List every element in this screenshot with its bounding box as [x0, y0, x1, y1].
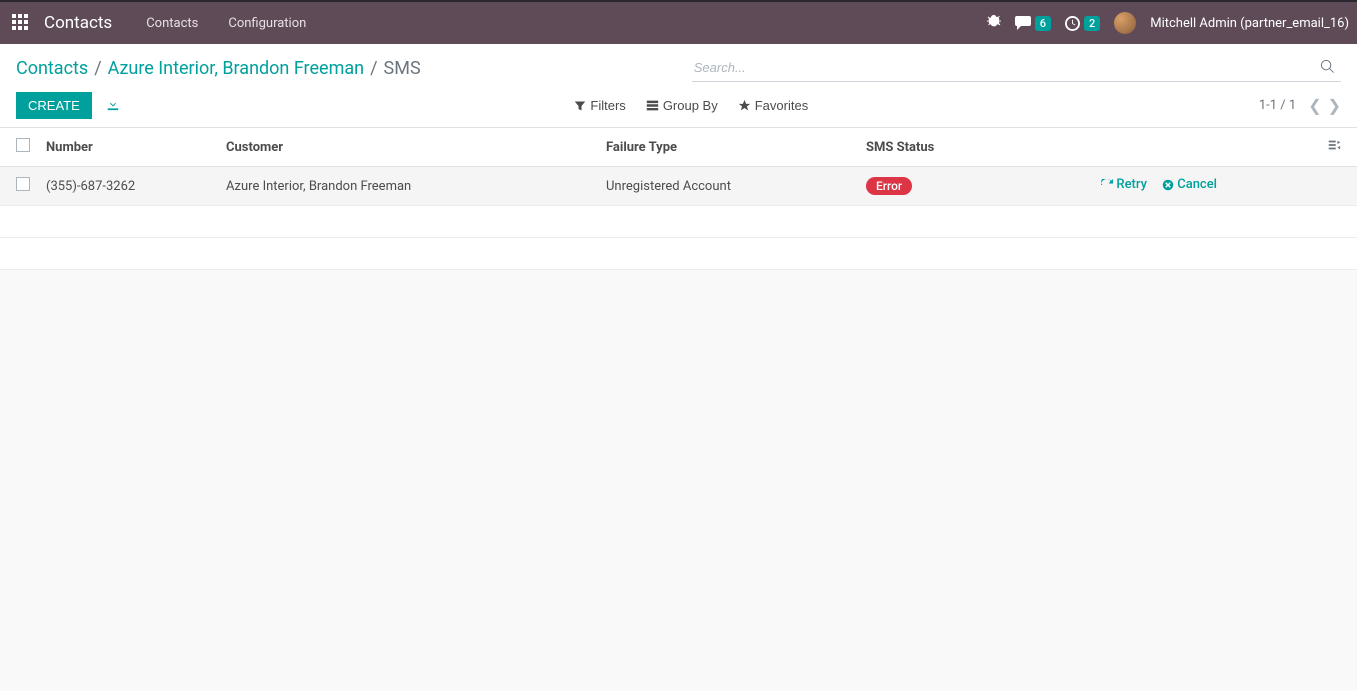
cell-customer: Azure Interior, Brandon Freeman [218, 167, 598, 206]
nav-configuration[interactable]: Configuration [216, 16, 318, 31]
search-input[interactable] [692, 56, 1314, 79]
row-checkbox[interactable] [16, 177, 30, 191]
breadcrumb-parent[interactable]: Azure Interior, Brandon Freeman [108, 58, 364, 79]
list-view: Number Customer Failure Type SMS Status … [0, 128, 1357, 270]
pager-next[interactable]: ❯ [1328, 96, 1341, 116]
filters-label: Filters [590, 98, 625, 113]
topbar: Contacts Contacts Configuration 6 2 Mitc… [0, 0, 1357, 44]
cancel-label: Cancel [1177, 177, 1217, 192]
empty-row [0, 238, 1357, 270]
retry-button[interactable]: Retry [1101, 177, 1147, 192]
pager-range[interactable]: 1-1 / 1 [1259, 98, 1296, 113]
search-icon[interactable] [1314, 57, 1341, 79]
cancel-button[interactable]: Cancel [1162, 177, 1217, 192]
messages-button[interactable]: 6 [1015, 16, 1051, 31]
groupby-button[interactable]: Group By [646, 98, 718, 113]
apps-icon[interactable] [12, 14, 30, 32]
cell-number: (355)-687-3262 [38, 167, 218, 206]
download-icon[interactable] [102, 93, 124, 118]
cell-failure-type: Unregistered Account [598, 167, 858, 206]
topbar-left: Contacts Contacts Configuration [8, 13, 318, 33]
username[interactable]: Mitchell Admin (partner_email_16) [1150, 16, 1349, 31]
activities-button[interactable]: 2 [1065, 16, 1100, 31]
groupby-label: Group By [663, 98, 718, 113]
app-title: Contacts [44, 13, 112, 33]
breadcrumb-current: SMS [384, 58, 421, 79]
nav-contacts[interactable]: Contacts [134, 16, 210, 31]
breadcrumb-root[interactable]: Contacts [16, 58, 88, 79]
optional-fields-icon[interactable] [1327, 141, 1341, 156]
filters-button[interactable]: Filters [574, 98, 625, 113]
col-sms-status[interactable]: SMS Status [858, 128, 979, 167]
breadcrumb-sep: / [94, 58, 101, 79]
empty-row [0, 206, 1357, 238]
select-all-checkbox[interactable] [16, 138, 30, 152]
table-header-row: Number Customer Failure Type SMS Status [0, 128, 1357, 167]
status-badge: Error [866, 177, 912, 195]
favorites-label: Favorites [755, 98, 808, 113]
favorites-button[interactable]: Favorites [738, 98, 808, 113]
col-failure-type[interactable]: Failure Type [598, 128, 858, 167]
table-row[interactable]: (355)-687-3262 Azure Interior, Brandon F… [0, 167, 1357, 206]
col-number[interactable]: Number [38, 128, 218, 167]
control-panel: Contacts / Azure Interior, Brandon Freem… [0, 44, 1357, 128]
activities-badge: 2 [1084, 16, 1100, 31]
pager-prev[interactable]: ❮ [1308, 96, 1321, 116]
retry-label: Retry [1116, 177, 1147, 192]
bug-icon[interactable] [986, 14, 1001, 33]
breadcrumb-sep: / [370, 58, 377, 79]
col-customer[interactable]: Customer [218, 128, 598, 167]
topbar-right: 6 2 Mitchell Admin (partner_email_16) [986, 12, 1349, 34]
messages-badge: 6 [1035, 16, 1051, 31]
searchbox [692, 54, 1341, 82]
create-button[interactable]: CREATE [16, 92, 92, 119]
avatar[interactable] [1114, 12, 1136, 34]
breadcrumb: Contacts / Azure Interior, Brandon Freem… [16, 58, 421, 79]
